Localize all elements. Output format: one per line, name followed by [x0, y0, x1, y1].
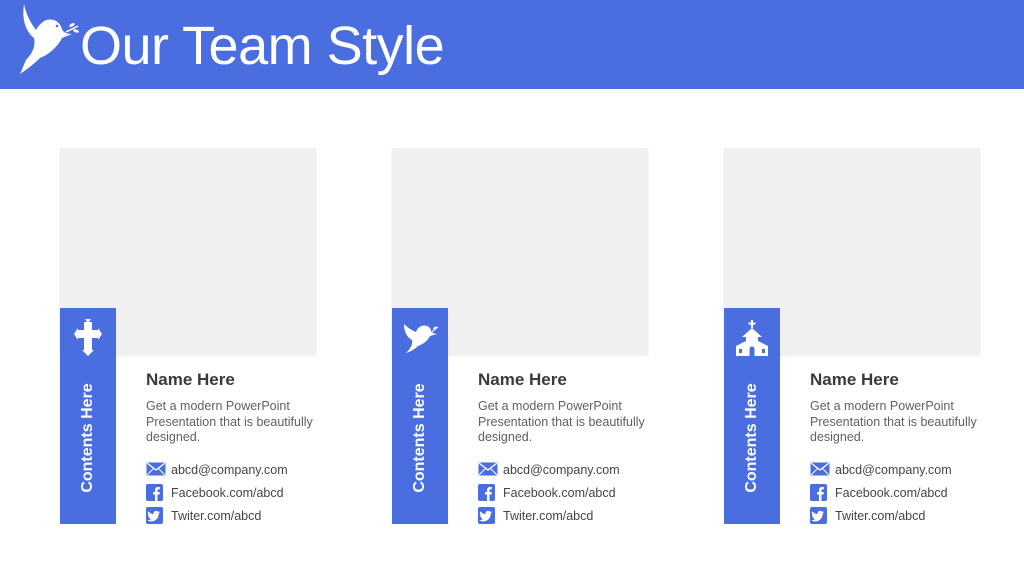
team-card: Contents Here Name Here Get a modern Pow…	[392, 148, 654, 528]
member-description: Get a modern PowerPoint Presentation tha…	[478, 399, 645, 444]
member-description: Get a modern PowerPoint Presentation tha…	[810, 399, 977, 444]
team-card: Contents Here Name Here Get a modern Pow…	[724, 148, 986, 528]
facebook-link[interactable]: Facebook.com/abcd	[835, 486, 948, 500]
email-link[interactable]: abcd@company.com	[835, 463, 952, 477]
team-card: Contents Here Name Here Get a modern Pow…	[60, 148, 322, 528]
page-title: Our Team Style	[80, 16, 445, 76]
twitter-link[interactable]: Twiter.com/abcd	[503, 509, 593, 523]
header-bar: Our Team Style	[0, 0, 1024, 89]
dove-icon	[404, 324, 439, 353]
facebook-icon	[146, 484, 163, 501]
member-name: Name Here	[146, 370, 235, 389]
facebook-link[interactable]: Facebook.com/abcd	[503, 486, 616, 500]
cross-icon	[74, 319, 102, 356]
mail-icon	[810, 462, 830, 476]
twitter-icon	[146, 507, 163, 524]
email-link[interactable]: abcd@company.com	[503, 463, 620, 477]
member-name: Name Here	[478, 370, 567, 389]
facebook-link[interactable]: Facebook.com/abcd	[171, 486, 284, 500]
mail-icon	[146, 462, 166, 476]
side-label: Contents Here	[79, 383, 96, 493]
side-label: Contents Here	[743, 383, 760, 493]
mail-icon	[478, 462, 498, 476]
member-name: Name Here	[810, 370, 899, 389]
dove-with-olive-branch-icon	[20, 4, 79, 74]
side-label: Contents Here	[411, 383, 428, 493]
church-icon	[736, 320, 768, 356]
facebook-icon	[478, 484, 495, 501]
side-label-bar: Contents Here	[60, 308, 116, 524]
member-description: Get a modern PowerPoint Presentation tha…	[146, 399, 313, 444]
twitter-icon	[810, 507, 827, 524]
twitter-link[interactable]: Twiter.com/abcd	[835, 509, 925, 523]
twitter-icon	[478, 507, 495, 524]
side-label-bar: Contents Here	[392, 308, 448, 524]
facebook-icon	[810, 484, 827, 501]
side-label-bar: Contents Here	[724, 308, 780, 524]
email-link[interactable]: abcd@company.com	[171, 463, 288, 477]
twitter-link[interactable]: Twiter.com/abcd	[171, 509, 261, 523]
